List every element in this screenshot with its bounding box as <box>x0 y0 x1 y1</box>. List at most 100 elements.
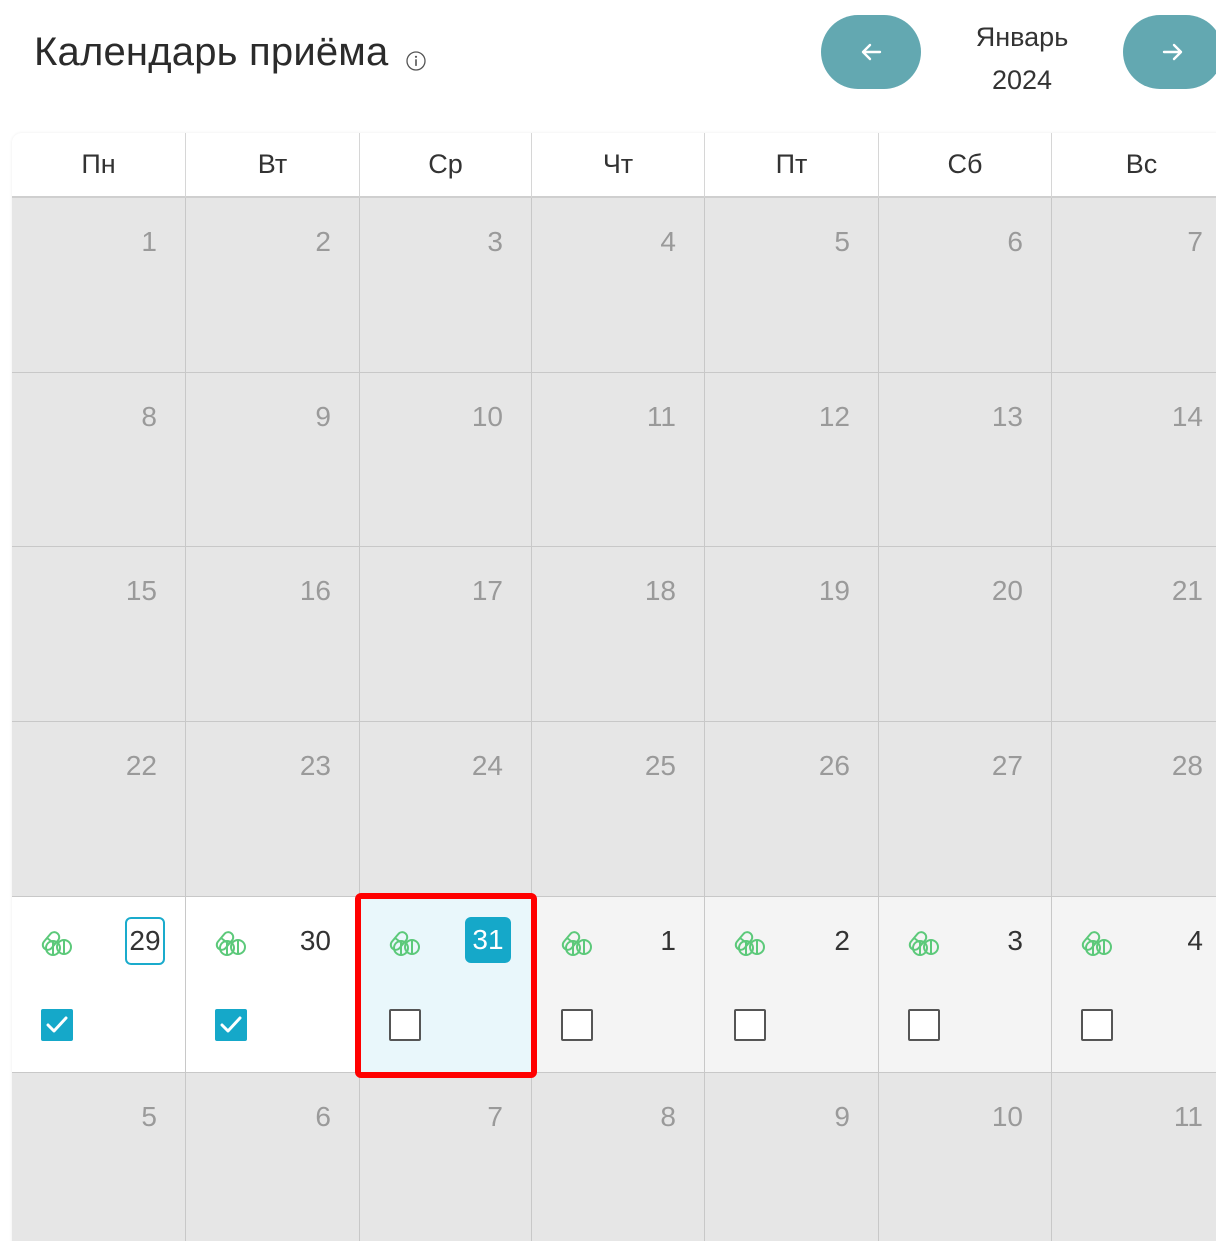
calendar-day-cell: 4 <box>532 198 705 373</box>
calendar-day-cell: 13 <box>879 373 1052 547</box>
calendar-day-cell: 2 <box>186 198 360 373</box>
day-number: 10 <box>991 1101 1023 1132</box>
weekday-header: Ср <box>360 133 532 198</box>
day-number: 20 <box>991 575 1023 606</box>
day-number: 22 <box>125 750 157 781</box>
day-number: 8 <box>141 401 157 432</box>
pills-icon <box>41 931 72 956</box>
day-number: 4 <box>1187 925 1203 956</box>
day-number: 19 <box>818 575 850 606</box>
info-icon[interactable] <box>406 36 427 71</box>
checkmark-icon <box>220 1016 242 1033</box>
day-number: 9 <box>315 401 331 432</box>
calendar-day-cell: 11 <box>532 373 705 547</box>
day-number: 28 <box>1171 750 1203 781</box>
day-number: 4 <box>660 226 676 257</box>
day-number: 6 <box>1007 226 1023 257</box>
day-number: 14 <box>1171 401 1203 432</box>
weekday-header: Пн <box>12 133 186 198</box>
pills-icon <box>561 931 592 956</box>
calendar-day-cell: 18 <box>532 547 705 722</box>
calendar-day-cell: 9 <box>186 373 360 547</box>
checkmark-icon <box>46 1016 68 1033</box>
calendar-day-cell: 9 <box>705 1073 879 1241</box>
arrow-right-icon <box>1162 43 1183 61</box>
weekday-header: Чт <box>532 133 705 198</box>
month-year-label: Январь 2024 <box>950 16 1094 102</box>
page-title-text: Календарь приёма <box>34 30 389 74</box>
calendar-day-cell[interactable]: 3 <box>879 897 1052 1073</box>
day-number: 26 <box>818 750 850 781</box>
day-number: 24 <box>471 750 503 781</box>
calendar-day-cell: 7 <box>1052 198 1216 373</box>
arrow-left-icon <box>861 43 882 61</box>
next-month-button[interactable] <box>1123 15 1216 89</box>
calendar-day-cell: 6 <box>879 198 1052 373</box>
day-checkbox[interactable] <box>389 1009 421 1041</box>
calendar-day-cell[interactable]: 31 <box>360 897 532 1073</box>
day-number: 7 <box>1187 226 1203 257</box>
calendar-day-cell: 24 <box>360 722 532 897</box>
calendar-day-cell: 10 <box>879 1073 1052 1241</box>
calendar-day-cell: 15 <box>12 547 186 722</box>
weekday-header: Сб <box>879 133 1052 198</box>
day-checkbox[interactable] <box>734 1009 766 1041</box>
day-number: 11 <box>1173 1101 1203 1132</box>
day-checkbox[interactable] <box>561 1009 593 1041</box>
day-number: 23 <box>299 750 331 781</box>
day-number: 6 <box>315 1101 331 1132</box>
calendar-day-cell[interactable]: 1 <box>532 897 705 1073</box>
day-number: 11 <box>646 401 676 432</box>
calendar-grid: Пн Вт Ср Чт Пт Сб Вс 1 2 3 4 5 6 7 8 9 10 11 12 13 14 15 16 17 1… <box>12 133 1216 1241</box>
calendar-day-cell: 21 <box>1052 547 1216 722</box>
calendar-day-cell[interactable]: 4 <box>1052 897 1216 1073</box>
calendar-day-cell: 27 <box>879 722 1052 897</box>
calendar-day-cell: 22 <box>12 722 186 897</box>
day-number: 16 <box>299 575 331 606</box>
day-number: 30 <box>299 925 331 956</box>
weekday-header: Вс <box>1052 133 1216 198</box>
calendar-day-cell: 25 <box>532 722 705 897</box>
day-checkbox[interactable] <box>41 1009 73 1041</box>
calendar-day-cell: 17 <box>360 547 532 722</box>
calendar-day-cell: 1 <box>12 198 186 373</box>
calendar-day-cell: 19 <box>705 547 879 722</box>
day-number: 7 <box>487 1101 503 1132</box>
day-number: 3 <box>487 226 503 257</box>
calendar-day-cell: 11 <box>1052 1073 1216 1241</box>
pills-icon <box>389 931 420 956</box>
calendar-day-cell: 12 <box>705 373 879 547</box>
day-checkbox[interactable] <box>908 1009 940 1041</box>
weekday-header: Пт <box>705 133 879 198</box>
weekday-header: Вт <box>186 133 360 198</box>
calendar-day-cell[interactable]: 2 <box>705 897 879 1073</box>
calendar-day-cell: 8 <box>12 373 186 547</box>
calendar-day-cell[interactable]: 30 <box>186 897 360 1073</box>
day-number: 17 <box>471 575 503 606</box>
pills-icon <box>215 931 246 956</box>
day-number: 15 <box>125 575 157 606</box>
day-number: 8 <box>660 1101 676 1132</box>
calendar-day-cell: 14 <box>1052 373 1216 547</box>
day-number: 27 <box>991 750 1023 781</box>
calendar-day-cell: 16 <box>186 547 360 722</box>
day-checkbox[interactable] <box>1081 1009 1113 1041</box>
day-number: 9 <box>834 1101 850 1132</box>
day-number: 13 <box>991 401 1023 432</box>
day-number: 1 <box>141 226 157 257</box>
page-title: Календарь приёма <box>34 30 427 75</box>
pills-icon <box>734 931 765 956</box>
calendar-day-cell: 28 <box>1052 722 1216 897</box>
appointment-calendar-page: Календарь приёма Январь 2024 Пн Вт Ср Чт Пт С… <box>0 0 1216 1241</box>
day-number: 5 <box>834 226 850 257</box>
day-checkbox[interactable] <box>215 1009 247 1041</box>
day-number: 2 <box>315 226 331 257</box>
calendar-day-cell[interactable]: 29 <box>12 897 186 1073</box>
year-value: 2024 <box>991 65 1053 95</box>
prev-month-button[interactable] <box>821 15 921 89</box>
day-number: 21 <box>1171 575 1203 606</box>
calendar-day-cell: 3 <box>360 198 532 373</box>
day-number: 12 <box>818 401 850 432</box>
calendar-day-cell: 7 <box>360 1073 532 1241</box>
calendar-day-cell: 26 <box>705 722 879 897</box>
